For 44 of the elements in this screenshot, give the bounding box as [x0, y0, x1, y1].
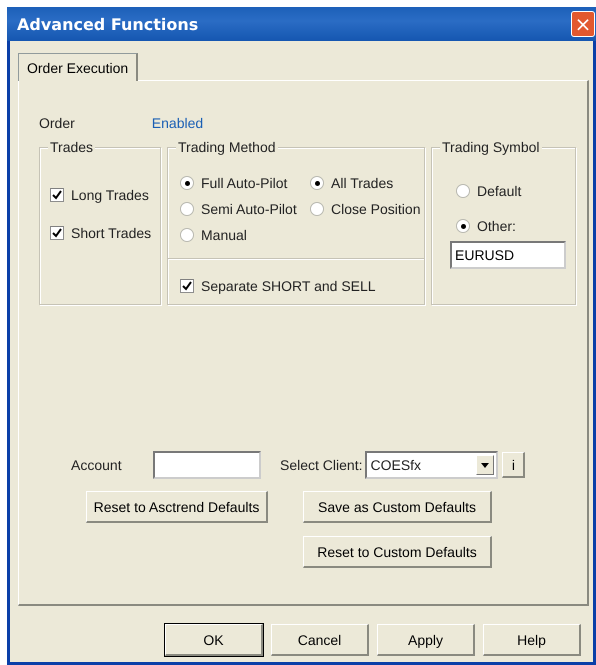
window-title: Advanced Functions — [17, 14, 198, 34]
radio-label: Close Position — [331, 201, 420, 217]
checkbox-label: Short Trades — [71, 225, 152, 241]
account-field[interactable] — [153, 451, 261, 479]
radio-button[interactable] — [310, 176, 324, 190]
radio-button[interactable] — [180, 176, 194, 190]
radio-label: Other: — [477, 218, 516, 234]
radio-button[interactable] — [180, 202, 194, 216]
radio-button[interactable] — [456, 219, 470, 233]
save-defaults-button[interactable]: Save as Custom Defaults — [303, 491, 492, 523]
checkbox[interactable] — [180, 279, 194, 293]
group-title: Trading Symbol — [440, 139, 542, 155]
order-status: Enabled — [152, 115, 204, 133]
order-label: Order — [39, 115, 75, 133]
reset-custom-button[interactable]: Reset to Custom Defaults — [303, 536, 492, 568]
dialog-button[interactable]: Cancel — [271, 624, 369, 656]
symbol-field[interactable]: EURUSD — [450, 241, 566, 269]
caret-icon — [481, 462, 490, 468]
reset-defaults-button[interactable]: Reset to Asctrend Defaults — [86, 491, 268, 523]
group-title: Trading Method — [176, 139, 278, 155]
tab[interactable]: Order Execution — [18, 53, 138, 81]
client-dropdown[interactable]: COESfx — [365, 451, 498, 479]
dialog-button[interactable]: OK — [165, 624, 263, 656]
checkbox[interactable] — [50, 188, 64, 202]
account-label: Account — [71, 457, 123, 473]
group-title: Trades — [48, 139, 96, 155]
info-button[interactable]: i — [502, 452, 526, 478]
checkbox-label: Separate SHORT and SELL — [201, 278, 376, 294]
radio-label: Default — [477, 183, 522, 199]
radio-label: All Trades — [331, 175, 394, 191]
radio-label: Semi Auto-Pilot — [201, 201, 297, 217]
radio-label: Full Auto-Pilot — [201, 175, 288, 191]
radio-label: Manual — [201, 227, 247, 243]
checkbox-label: Long Trades — [71, 187, 149, 203]
radio-button[interactable] — [310, 202, 324, 216]
dropdown-arrow-button[interactable] — [476, 455, 494, 475]
radio-button[interactable] — [456, 184, 470, 198]
radio-button[interactable] — [180, 228, 194, 242]
dropdown-value: COESfx — [370, 457, 422, 473]
close-button[interactable]: × — [571, 11, 595, 37]
dialog-button[interactable]: Help — [483, 624, 581, 656]
dialog-button[interactable]: Apply — [377, 624, 475, 656]
select-client-label: Select Client: — [280, 457, 362, 473]
checkbox[interactable] — [50, 226, 64, 240]
